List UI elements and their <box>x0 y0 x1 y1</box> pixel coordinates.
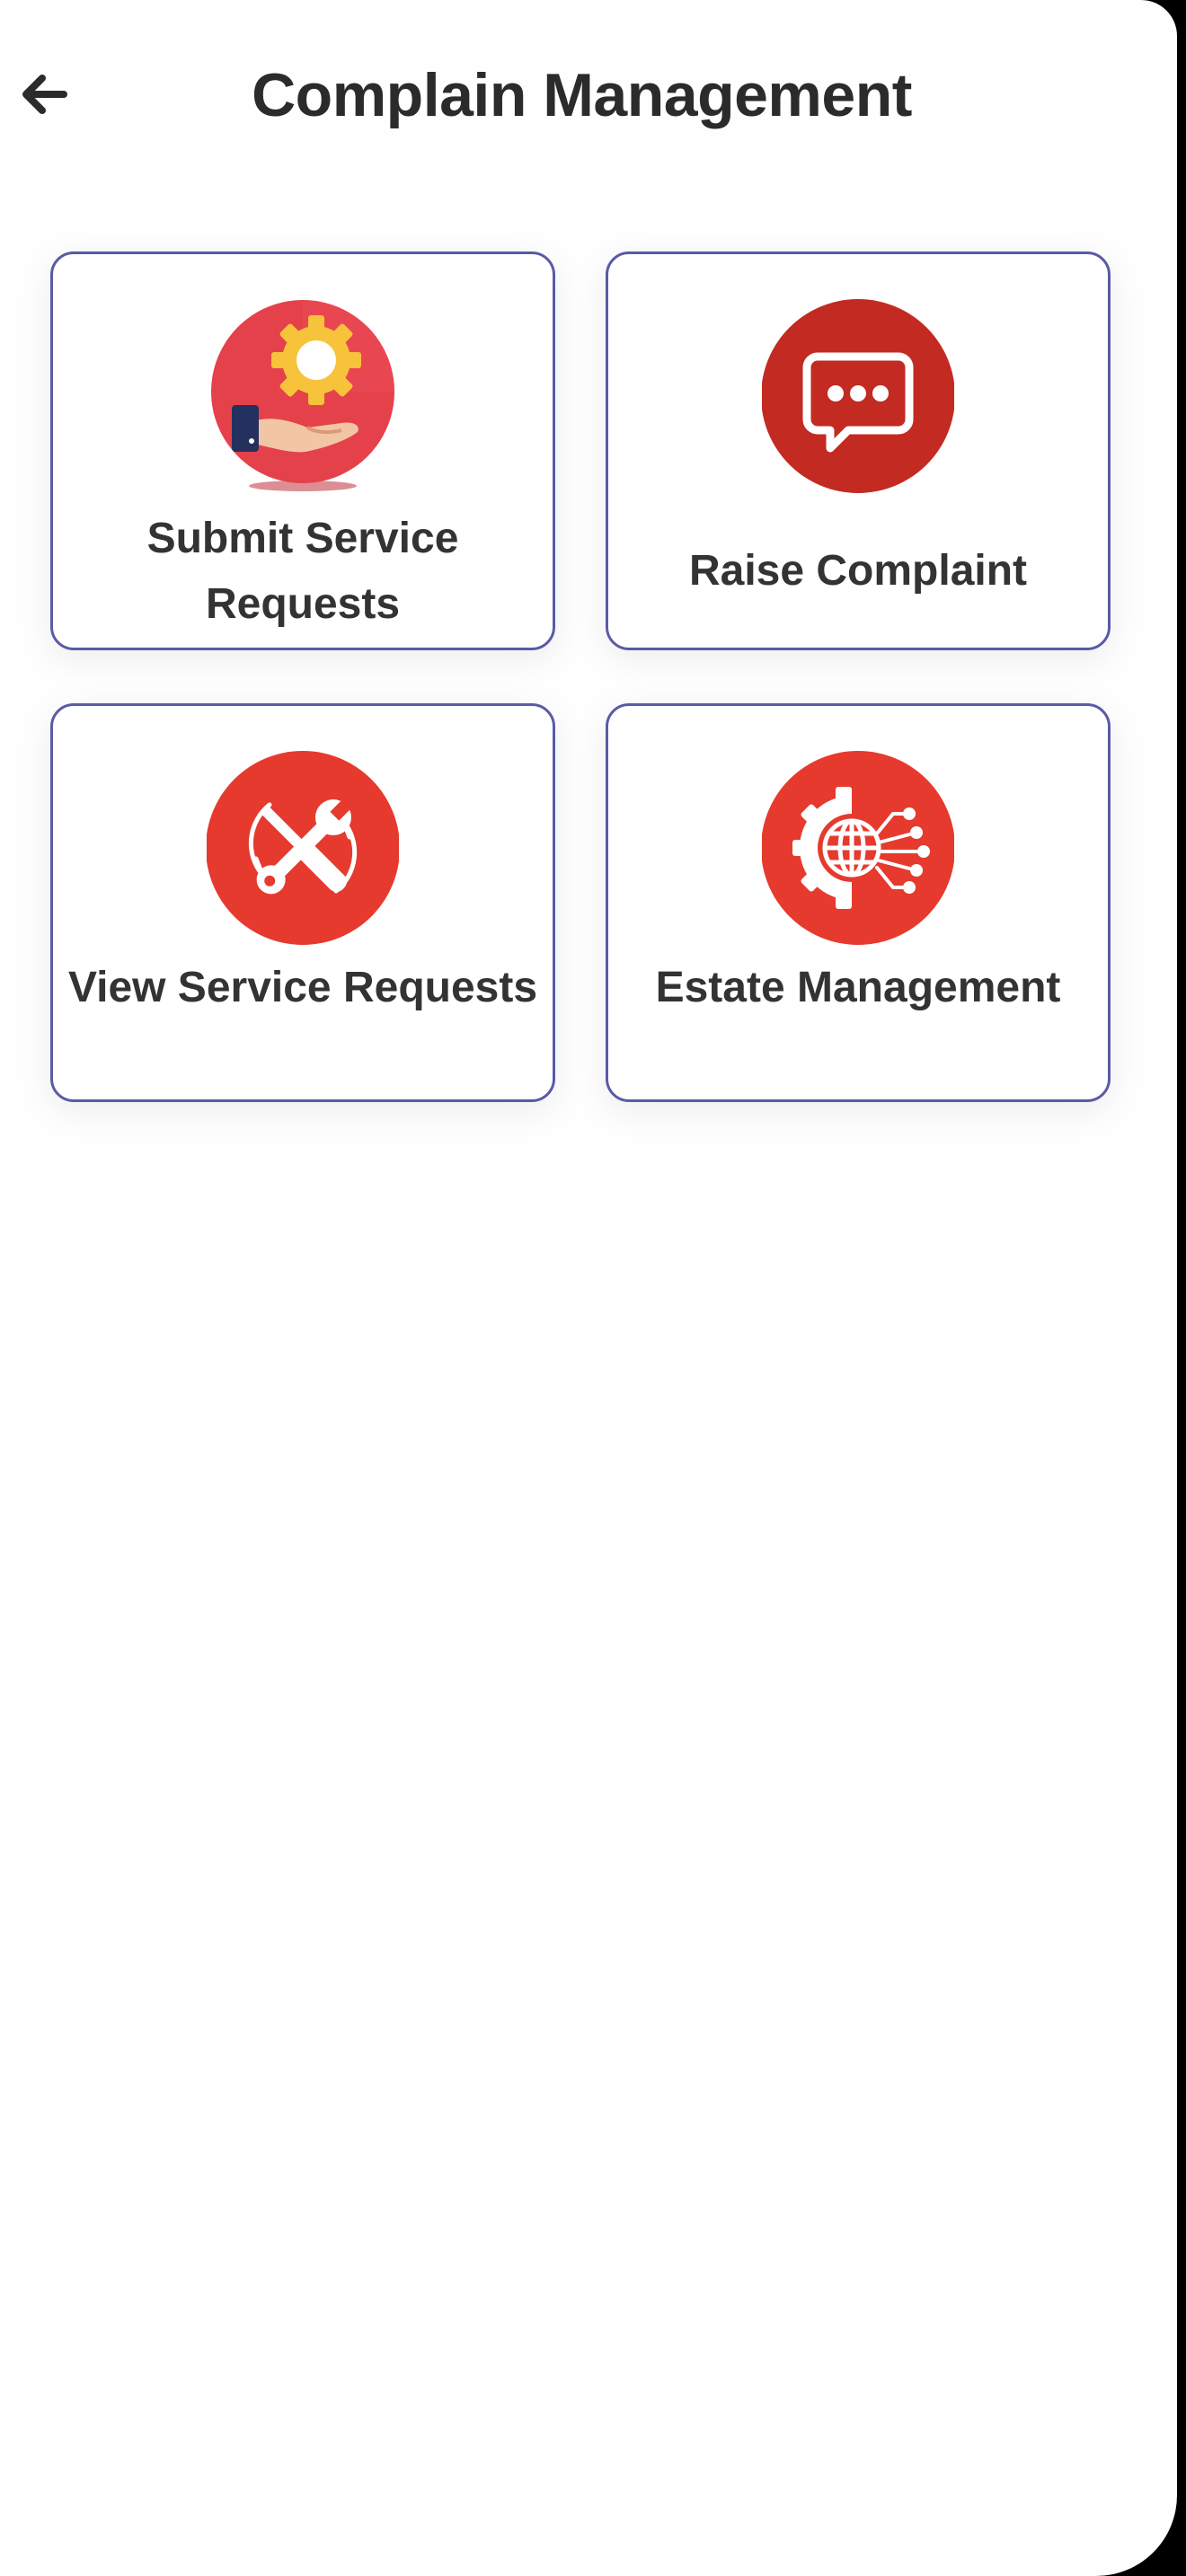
raise-complaint-label: Raise Complaint <box>688 547 1028 595</box>
view-service-requests-card[interactable]: View Service Requests <box>50 703 555 1102</box>
app-screen: Complain Management Submit Service Reque… <box>0 0 1177 2576</box>
submit-service-requests-label: Submit Service Requests <box>146 515 459 628</box>
estate-management-label: Estate Management <box>655 964 1061 1011</box>
raise-complaint-card[interactable]: Raise Complaint <box>606 251 1111 650</box>
app-header: Complain Management <box>0 0 1177 193</box>
gear-globe-network-icon <box>762 740 954 954</box>
page-title: Complain Management <box>252 61 912 129</box>
view-service-requests-label: View Service Requests <box>67 964 538 1011</box>
chat-bubble-icon <box>762 288 954 502</box>
wrench-screwdriver-icon <box>207 740 399 954</box>
estate-management-card[interactable]: Estate Management <box>606 703 1111 1102</box>
service-gear-hand-icon <box>207 288 399 502</box>
submit-service-requests-card[interactable]: Submit Service Requests <box>50 251 555 650</box>
